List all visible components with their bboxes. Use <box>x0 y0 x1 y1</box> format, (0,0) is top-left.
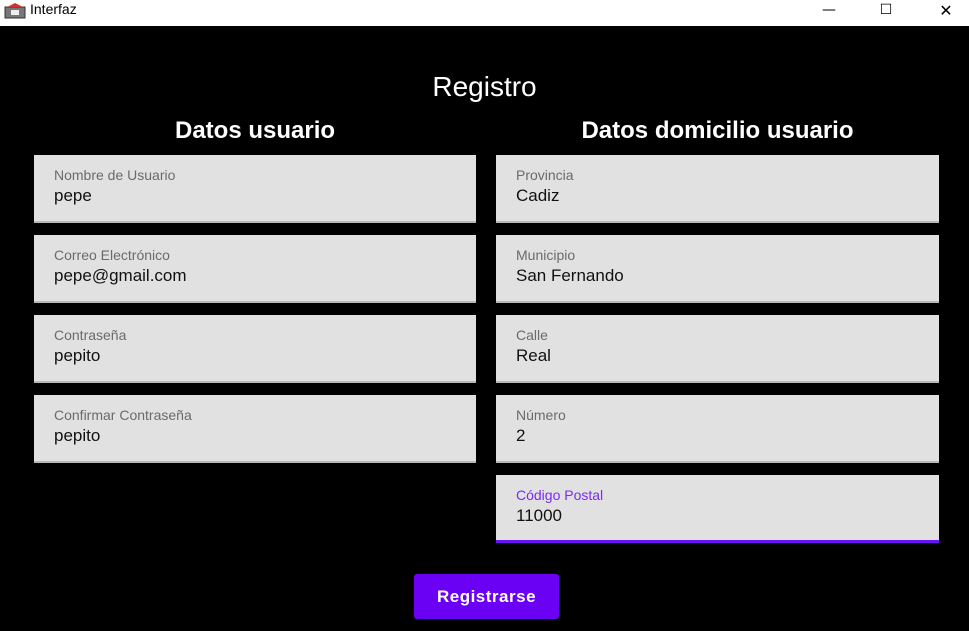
register-button[interactable]: Registrarse <box>414 574 559 619</box>
confirm-password-field[interactable]: Confirmar Contraseña <box>34 395 476 463</box>
street-label: Calle <box>516 327 548 343</box>
postal-code-input[interactable] <box>516 506 916 526</box>
page-title: Registro <box>432 71 537 102</box>
address-data-heading: Datos domicilio usuario <box>581 117 854 144</box>
username-field[interactable]: Nombre de Usuario <box>34 155 476 223</box>
municipality-field[interactable]: Municipio <box>496 235 939 303</box>
municipality-input[interactable] <box>516 266 916 286</box>
close-button[interactable]: ✕ <box>923 0 969 20</box>
postal-code-label: Código Postal <box>516 487 604 503</box>
email-input[interactable] <box>54 266 454 286</box>
window-titlebar: Interfaz — ☐ ✕ <box>0 0 969 26</box>
municipality-label: Municipio <box>516 247 576 263</box>
confirm-password-label: Confirmar Contraseña <box>54 407 192 423</box>
province-input[interactable] <box>516 186 916 206</box>
minimize-icon: — <box>822 2 836 18</box>
password-input[interactable] <box>54 346 454 366</box>
user-data-heading: Datos usuario <box>174 117 336 144</box>
username-label: Nombre de Usuario <box>54 167 176 183</box>
postal-code-field[interactable]: Código Postal <box>496 475 939 543</box>
close-icon: ✕ <box>939 0 953 20</box>
street-input[interactable] <box>516 346 916 366</box>
province-field[interactable]: Provincia <box>496 155 939 223</box>
email-label: Correo Electrónico <box>54 247 170 263</box>
window-title: Interfaz <box>30 1 77 17</box>
number-field[interactable]: Número <box>496 395 939 463</box>
username-input[interactable] <box>54 186 454 206</box>
street-field[interactable]: Calle <box>496 315 939 383</box>
maximize-icon: ☐ <box>879 2 893 18</box>
province-label: Provincia <box>516 167 574 183</box>
minimize-button[interactable]: — <box>806 0 852 20</box>
number-input[interactable] <box>516 426 916 446</box>
confirm-password-input[interactable] <box>54 426 454 446</box>
java-app-icon <box>4 3 26 19</box>
password-label: Contraseña <box>54 327 127 343</box>
email-field[interactable]: Correo Electrónico <box>34 235 476 303</box>
password-field[interactable]: Contraseña <box>34 315 476 383</box>
maximize-button[interactable]: ☐ <box>863 0 909 20</box>
number-label: Número <box>516 407 566 423</box>
